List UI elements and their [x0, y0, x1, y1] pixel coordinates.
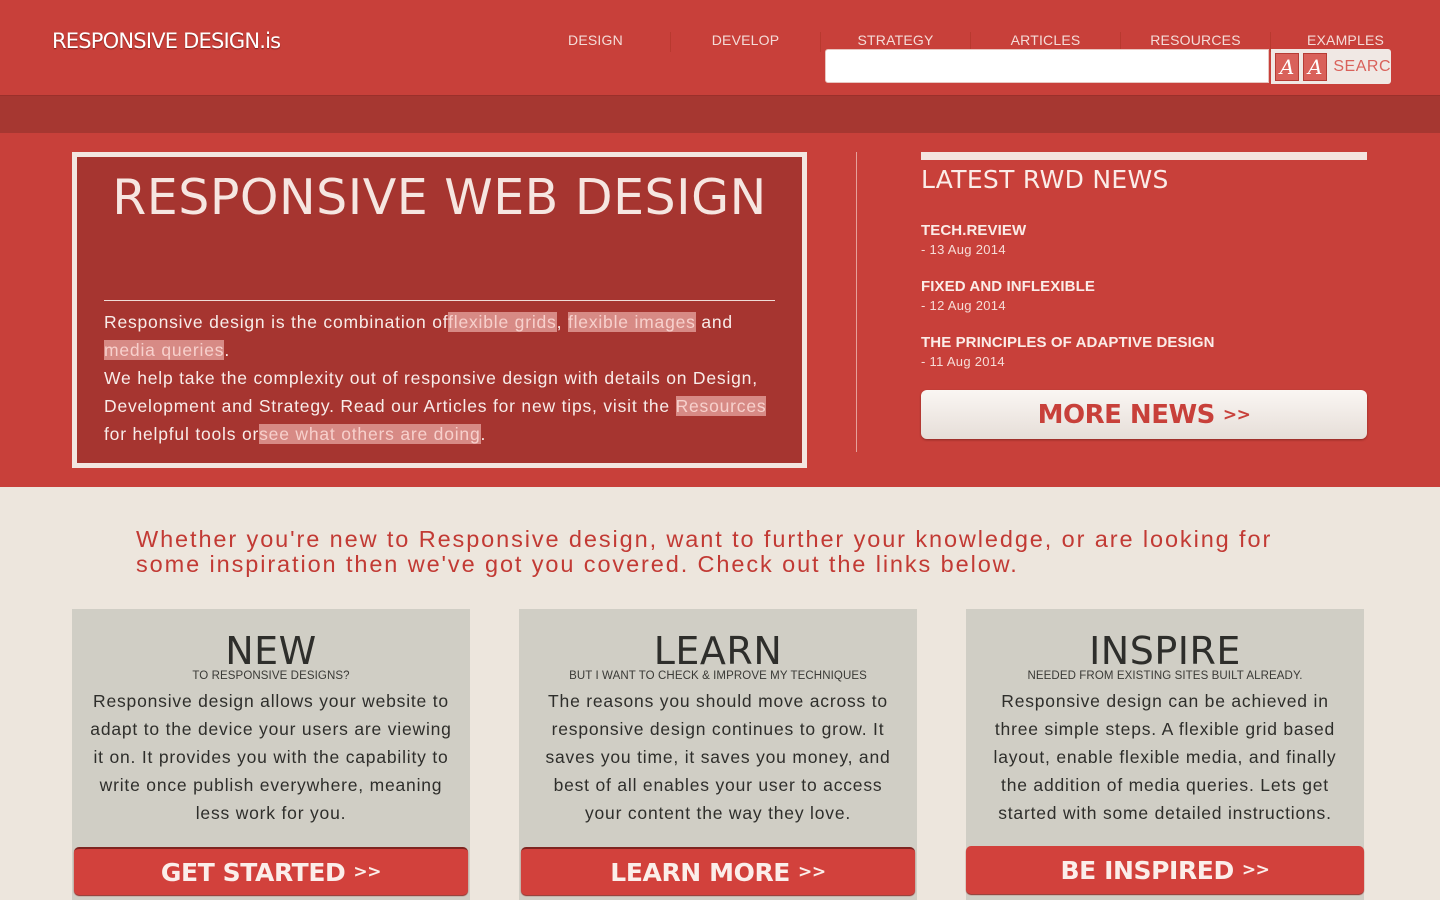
- news-date: - 12 Aug 2014: [921, 298, 1006, 313]
- news-date: - 13 Aug 2014: [921, 242, 1006, 257]
- hero-box: RESPONSIVE WEB DESIGN Responsive design …: [72, 152, 807, 468]
- double-chevron-icon: >>: [1241, 860, 1270, 880]
- font-increase-icon[interactable]: A: [1303, 52, 1328, 81]
- nav-item-design[interactable]: DESIGN: [521, 32, 670, 52]
- hero-text: Responsive design is the combination off…: [104, 308, 784, 448]
- search-input[interactable]: [825, 49, 1269, 83]
- news-top-bar: [921, 152, 1367, 160]
- more-news-button[interactable]: MORE NEWS >>: [921, 390, 1367, 439]
- hero-period: .: [224, 340, 230, 360]
- link-media-queries[interactable]: media queries: [104, 340, 225, 360]
- card-body: The reasons you should move across to re…: [545, 691, 891, 823]
- card-subtitle: BUT I WANT TO CHECK & IMPROVE MY TECHNIQ…: [569, 670, 867, 682]
- site-header: RESPONSIVE DESIGN.is DESIGN DEVELOP STRA…: [0, 0, 1440, 95]
- hero-title: RESPONSIVE WEB DESIGN: [112, 169, 767, 226]
- hero-intro-text: Responsive design is the combination of: [104, 312, 449, 332]
- intro-text: Whether you're new to Responsive design,…: [136, 526, 1273, 577]
- card-subtitle: TO RESPONSIVE DESIGNS?: [192, 670, 350, 682]
- hero-and: and: [701, 312, 733, 332]
- hero-period-2: .: [480, 424, 487, 444]
- news-headline[interactable]: FIXED AND INFLEXIBLE: [921, 278, 1095, 295]
- news-item[interactable]: TECH.REVIEW - 13 Aug 2014: [921, 222, 1026, 257]
- more-news-label: MORE NEWS: [1037, 399, 1216, 430]
- hero-body-text: We help take the complexity out of respo…: [104, 368, 758, 416]
- card-inspire: INSPIRE NEEDED FROM EXISTING SITES BUILT…: [966, 609, 1364, 900]
- double-chevron-icon: >>: [798, 862, 826, 882]
- learn-more-button[interactable]: LEARN MORE >>: [521, 847, 915, 895]
- search-button[interactable]: SEARC: [1333, 58, 1391, 76]
- hero-divider: [104, 300, 775, 301]
- news-item[interactable]: THE PRINCIPLES OF ADAPTIVE DESIGN - 11 A…: [921, 334, 1215, 369]
- news-title: LATEST RWD NEWS: [921, 165, 1169, 194]
- search-tools: A A SEARC: [1271, 49, 1391, 84]
- news-date: - 11 Aug 2014: [921, 354, 1005, 369]
- card-title: INSPIRE: [1089, 629, 1241, 673]
- card-learn: LEARN BUT I WANT TO CHECK & IMPROVE MY T…: [519, 609, 917, 900]
- button-label: GET STARTED: [160, 857, 346, 887]
- card-body: Responsive design can be achieved in thr…: [993, 691, 1337, 823]
- get-started-button[interactable]: GET STARTED >>: [74, 847, 468, 895]
- news-headline[interactable]: THE PRINCIPLES OF ADAPTIVE DESIGN: [921, 334, 1215, 351]
- hero-helpful-text: for helpful tools or: [104, 424, 260, 444]
- site-logo[interactable]: RESPONSIVE DESIGN.is: [52, 29, 281, 53]
- button-label: LEARN MORE: [610, 857, 790, 887]
- header-subbar: [0, 95, 1440, 134]
- double-chevron-icon: >>: [1222, 404, 1251, 425]
- double-chevron-icon: >>: [353, 862, 382, 882]
- card-title: LEARN: [653, 629, 783, 673]
- link-flexible-images[interactable]: flexible images: [567, 312, 696, 332]
- nav-item-develop[interactable]: DEVELOP: [670, 32, 820, 52]
- news-headline[interactable]: TECH.REVIEW: [921, 222, 1026, 239]
- be-inspired-button[interactable]: BE INSPIRED >>: [966, 846, 1364, 894]
- link-flexible-grids[interactable]: flexible grids: [448, 312, 557, 332]
- card-new: NEW TO RESPONSIVE DESIGNS? Responsive de…: [72, 609, 470, 900]
- link-resources[interactable]: Resources: [675, 396, 767, 416]
- card-title: NEW: [225, 629, 317, 673]
- hero-comma: ,: [556, 312, 563, 332]
- link-see-others[interactable]: see what others are doing: [259, 424, 481, 444]
- hero-vertical-divider: [856, 152, 857, 452]
- card-body: Responsive design allows your website to…: [90, 691, 452, 823]
- card-subtitle: NEEDED FROM EXISTING SITES BUILT ALREADY…: [1027, 670, 1303, 682]
- button-label: BE INSPIRED: [1060, 855, 1234, 885]
- font-decrease-icon[interactable]: A: [1275, 52, 1300, 81]
- news-item[interactable]: FIXED AND INFLEXIBLE - 12 Aug 2014: [921, 278, 1095, 313]
